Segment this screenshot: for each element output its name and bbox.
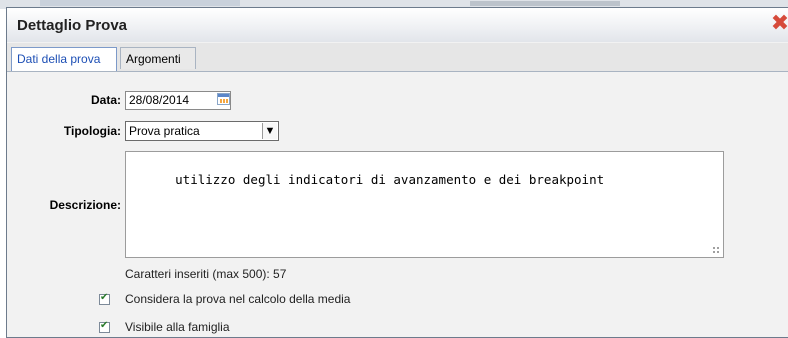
type-label: Tipologia: — [63, 124, 121, 138]
media-checkbox-label[interactable]: Considera la prova nel calcolo della med… — [125, 292, 350, 306]
chevron-down-icon[interactable]: ▼ — [262, 123, 277, 139]
description-textarea[interactable]: utilizzo degli indicatori di avanzamento… — [125, 151, 724, 258]
calendar-icon[interactable] — [217, 93, 230, 105]
dialog-titlebar: Dettaglio Prova ✖ — [7, 8, 788, 42]
resize-grip-icon[interactable] — [712, 246, 720, 254]
type-selected-value: Prova pratica — [129, 124, 200, 138]
date-label: Data: — [90, 93, 121, 107]
type-select[interactable]: Prova pratica ▼ — [125, 121, 279, 141]
date-value: 28/08/2014 — [129, 93, 190, 107]
famiglia-checkbox-label[interactable]: Visibile alla famiglia — [125, 320, 230, 334]
dettaglio-prova-dialog: Dettaglio Prova ✖ Dati della prova Argom… — [6, 7, 788, 338]
date-field[interactable]: 28/08/2014 — [125, 91, 231, 110]
description-label: Descrizione: — [49, 198, 121, 212]
tab-content: Data: 28/08/2014 Tipologia: Prova pratic… — [7, 72, 788, 337]
background-shape — [470, 1, 620, 6]
close-icon[interactable]: ✖ — [770, 12, 788, 34]
tab-dati-della-prova[interactable]: Dati della prova — [11, 47, 117, 71]
media-checkbox[interactable] — [99, 292, 110, 305]
tab-argomenti[interactable]: Argomenti — [120, 47, 196, 69]
background-shape — [40, 0, 240, 6]
description-text: utilizzo degli indicatori di avanzamento… — [175, 172, 605, 187]
tab-bar: Dati della prova Argomenti — [7, 43, 788, 72]
famiglia-checkbox[interactable] — [99, 320, 110, 333]
dialog-title: Dettaglio Prova — [17, 17, 128, 34]
character-counter: Caratteri inseriti (max 500): 57 — [125, 267, 287, 281]
